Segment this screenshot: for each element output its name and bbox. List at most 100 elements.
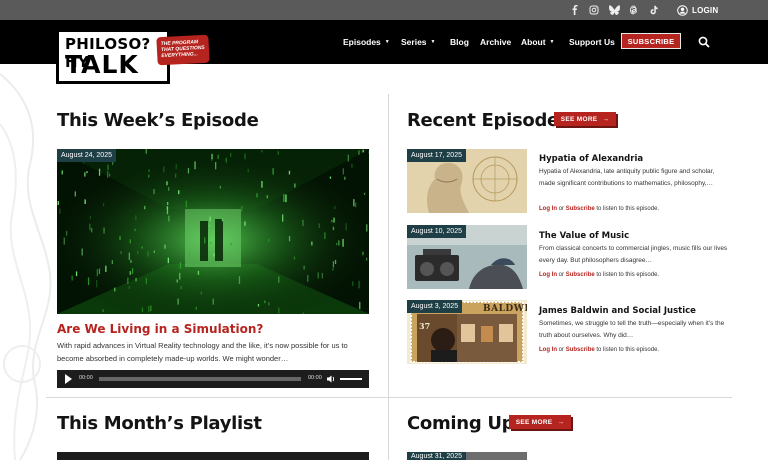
code-rain-streak (71, 275, 73, 281)
code-rain-streak (188, 251, 190, 256)
code-rain-streak (317, 272, 319, 279)
episode-thumbnail[interactable]: BALDWIN 37 August 3, 2025 (407, 300, 527, 364)
code-rain-streak (119, 236, 121, 240)
code-rain-streak (57, 201, 59, 205)
code-rain-streak (359, 301, 361, 310)
instagram-icon[interactable] (587, 3, 601, 17)
code-rain-streak (244, 153, 246, 160)
code-rain-streak (342, 238, 344, 247)
see-more-label: SEE MORE (515, 418, 553, 426)
threads-icon[interactable] (627, 3, 641, 17)
code-rain-streak (366, 224, 368, 232)
site-logo[interactable]: PHILOSO?HY TALK (56, 29, 170, 84)
nav-series[interactable]: Series ▼ (401, 37, 435, 47)
code-rain-streak (358, 280, 360, 289)
column-divider (388, 94, 389, 460)
code-rain-streak (268, 302, 270, 306)
code-rain-streak (209, 216, 211, 222)
code-rain-streak (185, 200, 187, 208)
featured-episode-image[interactable]: August 24, 2025 (57, 149, 369, 314)
code-rain-streak (141, 307, 144, 313)
episode-thumbnail[interactable]: August 17, 2025 (407, 149, 527, 213)
code-rain-streak (318, 223, 320, 228)
tiktok-icon[interactable] (647, 3, 661, 17)
code-rain-streak (148, 174, 150, 178)
episode-title[interactable]: Hypatia of Alexandria (539, 154, 643, 164)
subscribe-link[interactable]: Subscribe (566, 206, 595, 212)
nav-archive[interactable]: Archive (480, 37, 511, 47)
facebook-icon[interactable] (568, 3, 582, 17)
coming-up-see-more-button[interactable]: SEE MORE → (509, 415, 571, 429)
code-rain-streak (102, 203, 105, 206)
episode-title[interactable]: James Baldwin and Social Justice (539, 306, 696, 316)
code-rain-streak (342, 168, 344, 175)
code-rain-streak (329, 176, 332, 179)
code-rain-streak (129, 271, 131, 275)
subscribe-button[interactable]: SUBSCRIBE (621, 33, 681, 49)
code-rain-streak (187, 168, 190, 174)
code-rain-streak (166, 181, 168, 186)
code-rain-streak (302, 219, 304, 226)
subscribe-link[interactable]: Subscribe (566, 272, 595, 278)
code-rain-streak (336, 242, 338, 246)
nav-about[interactable]: About ▼ (521, 37, 555, 47)
upcoming-episode-thumbnail[interactable]: August 31, 2025 (407, 452, 527, 460)
utility-bar: LOGIN (0, 0, 768, 20)
code-rain-streak (331, 219, 333, 223)
code-rain-streak (127, 277, 129, 284)
code-rain-streak (107, 164, 109, 171)
login-link[interactable]: Log In (539, 206, 557, 212)
code-rain-streak (261, 150, 263, 153)
seek-bar[interactable] (99, 377, 301, 381)
code-rain-streak (204, 237, 206, 244)
subscribe-link[interactable]: Subscribe (566, 347, 595, 353)
featured-episode-title[interactable]: Are We Living in a Simulation? (57, 322, 263, 336)
code-rain-streak (321, 272, 323, 279)
code-rain-streak (240, 258, 242, 263)
code-rain-streak (197, 270, 200, 275)
bluesky-icon[interactable] (607, 3, 621, 17)
caret-down-icon: ▼ (430, 39, 436, 45)
access-suffix: to listen to this episode. (596, 206, 660, 212)
episode-date-badge: August 3, 2025 (407, 300, 463, 313)
code-rain-streak (355, 202, 357, 208)
code-rain-streak (194, 161, 196, 170)
code-rain-streak (195, 306, 197, 310)
code-rain-streak (230, 153, 232, 157)
login-link[interactable]: Log In (539, 272, 557, 278)
nav-blog[interactable]: Blog (450, 37, 469, 47)
volume-slider[interactable] (340, 378, 362, 380)
code-rain-streak (128, 252, 130, 260)
code-rain-streak (144, 205, 146, 210)
code-rain-streak (98, 168, 101, 176)
playlist-embed[interactable] (57, 452, 369, 460)
nav-episodes[interactable]: Episodes ▼ (343, 37, 390, 47)
play-icon[interactable] (65, 374, 72, 384)
code-rain-streak (128, 286, 130, 289)
code-rain-streak (153, 189, 155, 195)
code-rain-streak (176, 279, 178, 283)
code-rain-streak (175, 173, 177, 178)
code-rain-streak (358, 150, 360, 155)
nav-support-us[interactable]: Support Us (569, 37, 615, 47)
code-rain-streak (91, 227, 93, 233)
code-rain-streak (293, 256, 296, 260)
volume-icon[interactable] (326, 374, 336, 384)
code-rain-streak (135, 277, 137, 282)
upcoming-date-badge: August 31, 2025 (407, 452, 466, 460)
matrix-corridor-image (57, 149, 369, 314)
recent-see-more-button[interactable]: SEE MORE → (554, 112, 616, 126)
episode-description: Hypatia of Alexandria, late antiquity pu… (539, 168, 715, 187)
current-time: 00:00 (79, 375, 93, 381)
episode-date-badge: August 10, 2025 (407, 225, 466, 238)
login-link[interactable]: Log In (539, 347, 557, 353)
code-rain-streak (238, 276, 241, 284)
episode-title[interactable]: The Value of Music (539, 231, 629, 241)
playlist-heading: This Month’s Playlist (57, 413, 262, 434)
code-rain-streak (230, 242, 232, 246)
search-icon[interactable] (698, 36, 710, 48)
login-link[interactable]: LOGIN (677, 3, 718, 17)
code-rain-streak (61, 170, 63, 175)
episode-thumbnail[interactable]: August 10, 2025 (407, 225, 527, 289)
code-rain-streak (215, 162, 217, 170)
